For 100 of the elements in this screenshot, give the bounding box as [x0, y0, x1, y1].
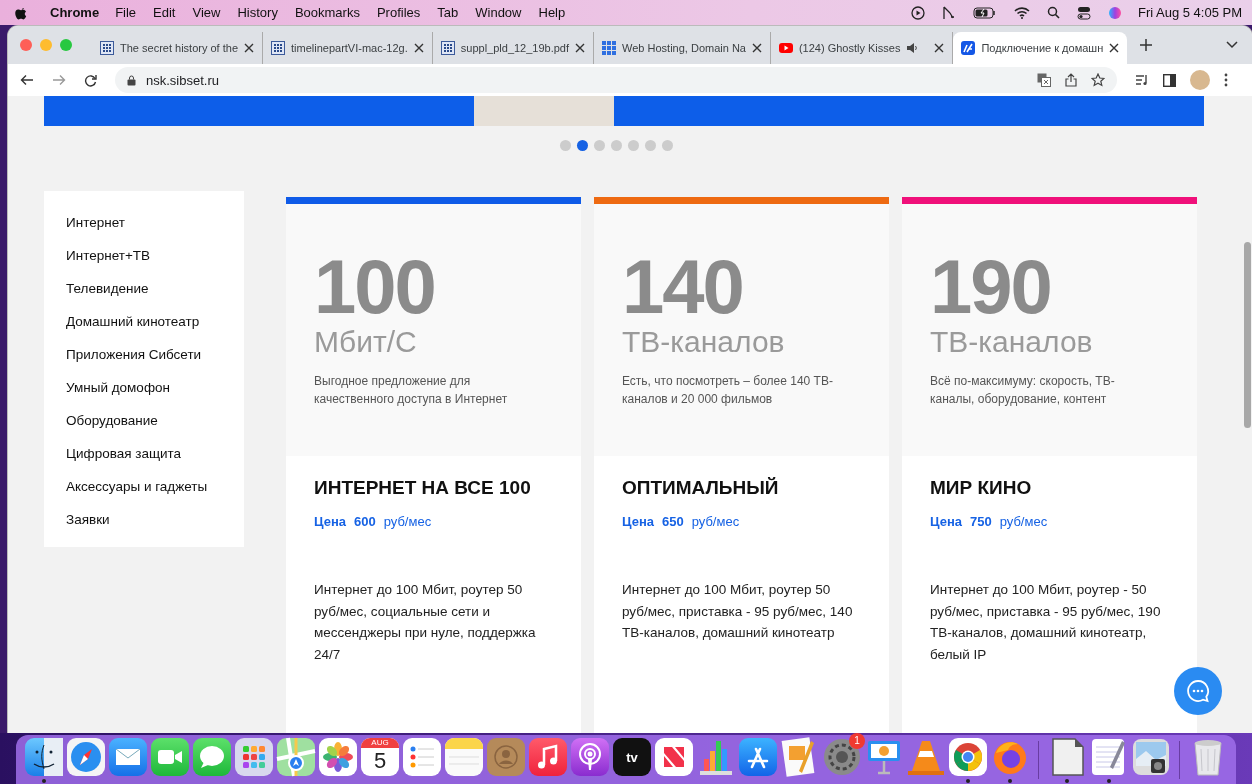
- compass-icon[interactable]: [66, 737, 106, 777]
- envelope-icon[interactable]: [108, 737, 148, 777]
- sidebar-link[interactable]: Интернет+ТВ: [66, 246, 244, 265]
- speaker-icon[interactable]: [906, 42, 919, 54]
- tv-icon[interactable]: tv: [613, 738, 651, 776]
- tab-title: (124) Ghostly Kisses: [798, 42, 901, 54]
- carousel-dot[interactable]: [577, 140, 588, 151]
- close-button[interactable]: [20, 39, 32, 51]
- plan-unit: ТВ-каналов: [622, 324, 786, 360]
- orb-icon[interactable]: [1107, 5, 1122, 20]
- grid-icon[interactable]: [234, 737, 274, 777]
- share-icon[interactable]: [1065, 73, 1077, 87]
- search-icon[interactable]: [1046, 6, 1060, 19]
- back-arrow-icon[interactable]: [20, 74, 34, 86]
- carousel-dot[interactable]: [560, 140, 571, 151]
- gear-icon[interactable]: [822, 737, 862, 777]
- flower-icon[interactable]: [318, 737, 358, 777]
- translate-icon[interactable]: [1037, 73, 1051, 87]
- carousel-dot[interactable]: [628, 140, 639, 151]
- plan-description: Всё по-максимуму: скорость, ТВ-каналы, оборудование, контент: [930, 373, 1116, 408]
- star-icon[interactable]: [1091, 73, 1105, 87]
- close-icon[interactable]: [751, 43, 762, 53]
- price-unit: руб/мес: [383, 514, 432, 529]
- address-bar[interactable]: nsk.sibset.ru: [115, 67, 1117, 93]
- carousel-dot[interactable]: [594, 140, 605, 151]
- clock[interactable]: Fri Aug 5 4:05 PM: [1137, 5, 1242, 20]
- tab-title: Подключение к домашн: [981, 42, 1104, 54]
- calendar-month: AUG: [361, 738, 399, 748]
- chat-icon[interactable]: [1174, 667, 1222, 715]
- sidebar-link[interactable]: Домашний кинотеатр: [66, 312, 244, 331]
- tv-label: tv: [626, 749, 638, 765]
- plan-unit: Мбит/С: [314, 324, 418, 360]
- carousel-dot[interactable]: [662, 140, 673, 151]
- notepad-icon[interactable]: [444, 737, 484, 777]
- logo-icon: [961, 41, 976, 55]
- toggle-icon[interactable]: [1076, 5, 1091, 20]
- plan-number: 100: [314, 254, 436, 320]
- close-icon[interactable]: [934, 43, 945, 53]
- price-label: Цена: [930, 514, 962, 529]
- sidebar-link[interactable]: Телевидение: [66, 279, 244, 298]
- menu-item[interactable]: File: [115, 5, 137, 20]
- plan-unit: ТВ-каналов: [930, 324, 1094, 360]
- browser-icon[interactable]: [948, 737, 988, 777]
- carousel-dot[interactable]: [611, 140, 622, 151]
- play-icon: [778, 41, 793, 55]
- scrollbar-thumb[interactable]: [1244, 242, 1251, 428]
- sidebar-link[interactable]: Интернет: [66, 213, 244, 232]
- menu-item[interactable]: Window: [475, 5, 522, 20]
- menu-item[interactable]: View: [192, 5, 221, 20]
- reload-icon[interactable]: [84, 73, 97, 87]
- menu-item[interactable]: Edit: [153, 5, 176, 20]
- music-note-icon[interactable]: [528, 737, 568, 777]
- news-icon[interactable]: [654, 737, 694, 777]
- carousel-dot[interactable]: [645, 140, 656, 151]
- spreadsheet-icon: [440, 41, 455, 55]
- tab-title: timelinepartVI-mac-12g.: [291, 42, 408, 54]
- podcast-icon[interactable]: [570, 737, 610, 777]
- price-unit: руб/мес: [691, 514, 740, 529]
- menu-item[interactable]: Bookmarks: [294, 5, 360, 20]
- map-icon[interactable]: [276, 737, 316, 777]
- menu-item[interactable]: Chrome: [50, 5, 100, 20]
- more-icon[interactable]: [1224, 73, 1228, 87]
- close-icon[interactable]: [413, 43, 424, 53]
- menu-item[interactable]: Profiles: [376, 5, 421, 20]
- forward-arrow-icon[interactable]: [52, 74, 66, 86]
- sidebar-link[interactable]: Приложения Сибсети: [66, 345, 244, 364]
- menu-item[interactable]: Tab: [437, 5, 459, 20]
- video-camera-icon[interactable]: [150, 737, 190, 777]
- plus-icon[interactable]: [1139, 38, 1154, 52]
- wifi-icon[interactable]: [1013, 6, 1030, 19]
- play-circle-icon[interactable]: [910, 5, 925, 20]
- sidebar-link[interactable]: Умный домофон: [66, 378, 244, 397]
- price-value: 650: [661, 514, 684, 529]
- speech-bubble-icon[interactable]: [192, 737, 232, 777]
- face-icon[interactable]: [24, 737, 64, 777]
- close-icon[interactable]: [1109, 43, 1120, 53]
- sidebar-link[interactable]: Цифровая защита: [66, 444, 244, 463]
- url-text: nsk.sibset.ru: [146, 72, 219, 88]
- price-value: 750: [969, 514, 992, 529]
- browser-tab[interactable]: Подключение к домашн: [953, 32, 1128, 64]
- photo-viewer-icon[interactable]: [1131, 737, 1171, 777]
- close-icon[interactable]: [575, 43, 586, 53]
- plan-details: Интернет до 100 Мбит, роутер 50 руб/мес, социальные сети и мессенджеры при нуле, поддержка 24/7: [314, 581, 537, 664]
- plan-details: Интернет до 100 Мбит, роутер - 50 руб/мес, приставка - 95 руб/мес, 190 ТВ-каналов, домашний кинотеатр, белый IP: [930, 581, 1162, 664]
- playlist-icon[interactable]: [1135, 74, 1149, 86]
- menu-item[interactable]: History: [237, 5, 278, 20]
- tab-title: The secret history of the: [120, 42, 238, 54]
- list-icon[interactable]: [402, 737, 442, 777]
- battery-icon[interactable]: [972, 6, 997, 19]
- app-store-icon[interactable]: [738, 737, 778, 777]
- plan-name: МИР КИНО: [930, 476, 1033, 500]
- sidebar-link[interactable]: Аксессуары и гаджеты: [66, 477, 244, 496]
- chevron-down-icon[interactable]: [1226, 41, 1238, 49]
- sidebar-link[interactable]: Заявки: [66, 510, 244, 529]
- close-icon[interactable]: [244, 43, 254, 53]
- plan-number: 140: [622, 254, 744, 320]
- side-panel-icon[interactable]: [1163, 73, 1176, 87]
- menu-item[interactable]: Help: [538, 5, 566, 20]
- sidebar-link[interactable]: Оборудование: [66, 411, 244, 430]
- calendar-icon[interactable]: AUG 5: [361, 738, 399, 776]
